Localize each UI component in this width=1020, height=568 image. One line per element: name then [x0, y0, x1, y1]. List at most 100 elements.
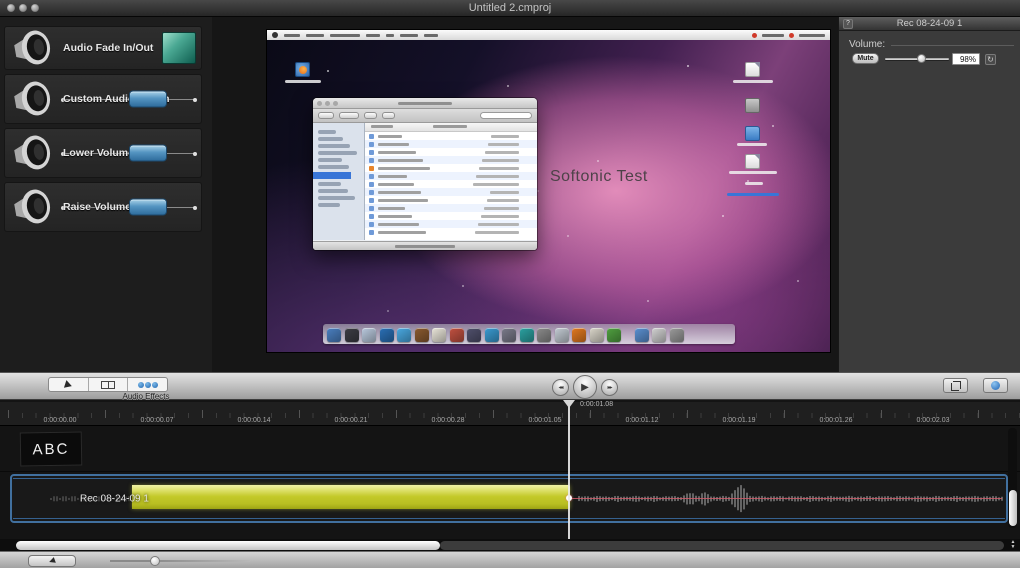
record-dot-icon — [991, 381, 1000, 390]
play-button[interactable]: ▶ — [573, 375, 597, 399]
effect-lower-volume[interactable]: Lower Volume — [4, 128, 202, 178]
finder-view-buttons — [339, 112, 359, 119]
finder-sidebar — [313, 123, 365, 240]
effect-raise-volume[interactable]: Raise Volume — [4, 182, 202, 232]
scroll-down-icon[interactable]: ▼ — [1011, 545, 1016, 550]
window-title: Untitled 2.cmproj — [0, 2, 1020, 14]
menu-item-blur — [330, 34, 360, 37]
cursor-action-icon — [64, 380, 73, 390]
volume-value-field[interactable]: 98% — [952, 53, 980, 65]
text-clip[interactable]: ABC — [20, 431, 83, 466]
playhead-line[interactable] — [568, 400, 570, 539]
tab-video-effects[interactable] — [89, 378, 129, 391]
ruler-tick-label: 0:00:00.21 — [334, 417, 367, 424]
inspector-clip-title: Rec 08-24-09 1 — [839, 18, 1020, 29]
finder-action-button — [382, 112, 395, 119]
effect-label: Raise Volume — [63, 201, 131, 213]
finder-quicklook-button — [364, 112, 377, 119]
menu-extra-blur — [762, 34, 784, 37]
ruler-tick-label: 0:00:01.26 — [819, 417, 852, 424]
desktop-icon-label-selected — [727, 193, 779, 196]
playhead-flag[interactable] — [563, 400, 575, 408]
tab-actions[interactable] — [49, 378, 89, 391]
audio-clip-selected[interactable]: Rec 08-24-09 1 — [10, 474, 1008, 523]
menu-item-blur — [400, 34, 418, 37]
ruler-tick-label: 0:00:00.00 — [43, 417, 76, 424]
ruler-tick-label: 0:00:01.05 — [528, 417, 561, 424]
recording-indicator-icon — [752, 33, 757, 38]
inspector-header: ? Rec 08-24-09 1 — [839, 17, 1020, 31]
envelope-node — [129, 199, 167, 216]
apple-menu-icon — [272, 32, 278, 38]
overlay-caption: Softonic Test — [550, 168, 648, 186]
preview-canvas: Softonic Test — [212, 17, 838, 372]
video-preview[interactable]: Softonic Test — [267, 30, 830, 352]
cursor-tool-button[interactable] — [28, 555, 76, 567]
record-toggle-button[interactable] — [983, 378, 1008, 393]
tab-audio-effects[interactable] — [128, 378, 167, 391]
highlighted-audio-region[interactable] — [132, 485, 570, 509]
volume-reset-icon[interactable]: ↻ — [985, 54, 996, 65]
finder-search-field — [480, 112, 532, 119]
desktop-icon-label — [745, 182, 763, 185]
timeline-vertical-scrollbar[interactable] — [1008, 428, 1017, 528]
vertical-scroll-thumb[interactable] — [1009, 490, 1017, 526]
audio-effects-panel: Audio Fade In/Out Custom Audio Action Lo — [0, 17, 212, 372]
title-bar: Untitled 2.cmproj — [0, 0, 1020, 17]
menu-item-blur — [284, 34, 300, 37]
desktop-app-icon — [295, 62, 310, 77]
mute-button[interactable]: Mute — [852, 53, 879, 64]
recorded-finder-window — [313, 98, 537, 250]
ruler-tick-label: 0:00:02.03 — [916, 417, 949, 424]
timeline-ruler[interactable]: 0:00:00.00 0:00:00.07 0:00:00.14 0:00:00… — [0, 402, 1020, 426]
timeline-zoom-slider[interactable] — [110, 560, 250, 562]
desktop-folder-icon — [745, 126, 760, 141]
audio-clip-label: Rec 08-24-09 1 — [80, 493, 149, 504]
effect-label: Lower Volume — [63, 147, 134, 159]
effect-audio-fade[interactable]: Audio Fade In/Out — [4, 26, 202, 70]
finder-title-blur — [398, 102, 452, 105]
effects-mode-segmented-control — [48, 377, 168, 392]
clip-inspector-panel: ? Rec 08-24-09 1 Volume: Mute 98% ↻ — [838, 17, 1020, 372]
desktop-icon-label — [737, 143, 767, 146]
crop-button[interactable] — [943, 378, 968, 393]
video-text-track: ABC — [0, 428, 1020, 472]
speaker-icon — [8, 182, 59, 233]
speaker-icon — [8, 23, 59, 74]
finder-toolbar — [313, 109, 537, 123]
ruler-tick-label: 0:00:01.12 — [625, 417, 658, 424]
desktop-document-icon — [745, 62, 760, 77]
cursor-icon — [48, 557, 56, 565]
menu-clock-blur — [799, 34, 825, 37]
timeline-zoom-thumb[interactable] — [150, 556, 160, 566]
volume-envelope-line[interactable] — [570, 498, 1002, 500]
finder-title-bar — [313, 98, 537, 109]
transport-controls: ◂◂ ▶ ▸▸ — [552, 375, 628, 399]
audio-nodes-icon — [138, 382, 158, 388]
menu-item-blur — [424, 34, 438, 37]
rewind-button[interactable]: ◂◂ — [552, 379, 569, 396]
volume-divider — [891, 45, 1014, 46]
editor-toolbar: Audio Effects ◂◂ ▶ ▸▸ — [0, 372, 1020, 400]
recording-indicator-icon — [789, 33, 794, 38]
effect-custom-audio-action[interactable]: Custom Audio Action — [4, 74, 202, 124]
speaker-icon — [8, 128, 59, 179]
forward-button[interactable]: ▸▸ — [601, 379, 618, 396]
desktop-icon-label — [285, 80, 321, 83]
crop-icon — [951, 381, 960, 390]
finder-traffic-lights — [317, 101, 338, 106]
finder-file-area — [365, 123, 537, 240]
fade-gradient-swatch — [162, 32, 196, 64]
timeline-horizontal-scrollbar[interactable] — [0, 539, 1020, 551]
scroll-arrow-buttons[interactable]: ▲ ▼ — [1007, 540, 1019, 551]
volume-slider-thumb[interactable] — [917, 54, 926, 63]
horizontal-scroll-thumb[interactable] — [16, 541, 440, 550]
horizontal-scroll-track — [440, 541, 1004, 550]
finder-status-bar — [313, 241, 537, 250]
envelope-node — [129, 145, 167, 162]
app-window: Untitled 2.cmproj Audio Fade In/Out Cust… — [0, 0, 1020, 568]
effect-label: Audio Fade In/Out — [63, 42, 153, 54]
recorded-menu-bar — [267, 30, 830, 40]
speaker-icon — [8, 74, 59, 125]
ruler-tick-label: 0:00:00.28 — [431, 417, 464, 424]
